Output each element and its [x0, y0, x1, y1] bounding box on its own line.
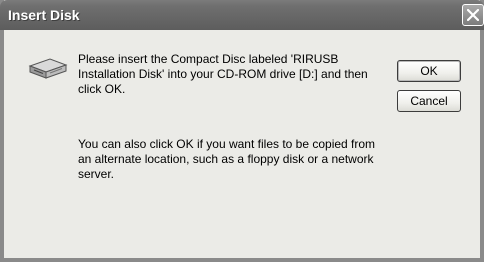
- close-button[interactable]: [462, 4, 484, 26]
- insert-disk-message: Please insert the Compact Disc labeled '…: [78, 52, 368, 96]
- alternate-location-message: You can also click OK if you want files …: [78, 137, 376, 181]
- title-bar[interactable]: Insert Disk: [0, 0, 484, 30]
- dialog-title: Insert Disk: [8, 7, 80, 23]
- cancel-button[interactable]: Cancel: [397, 90, 461, 112]
- close-icon: [467, 9, 479, 21]
- insert-disk-dialog: Insert Disk Please insert the Compact Di…: [0, 0, 484, 262]
- cd-drive-icon: [28, 58, 68, 79]
- ok-button[interactable]: OK: [397, 60, 461, 82]
